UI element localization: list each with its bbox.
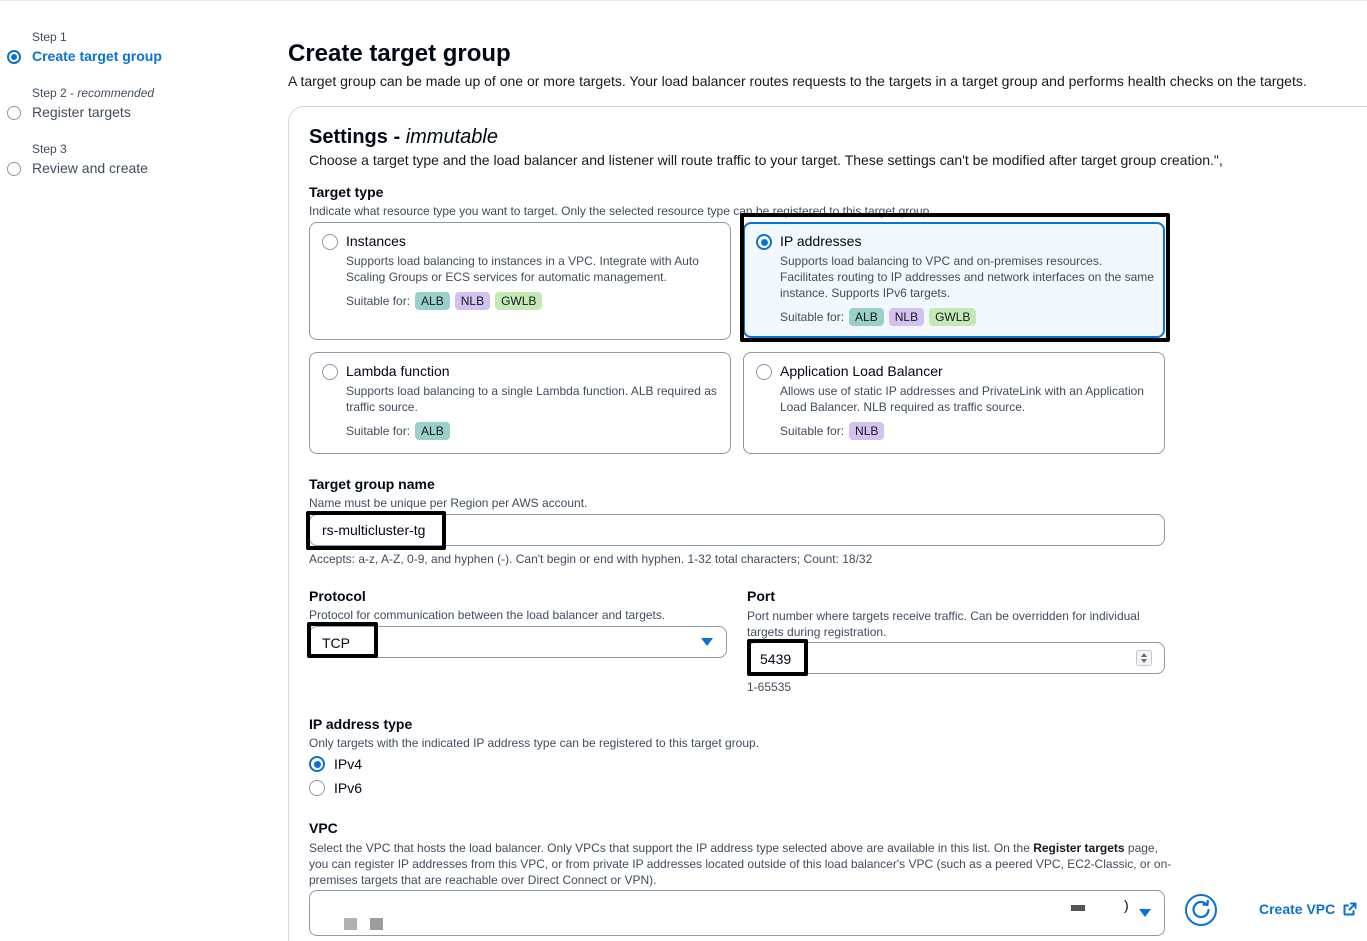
badge-nlb: NLB: [888, 308, 925, 326]
protocol-select[interactable]: TCP: [309, 626, 727, 658]
ip-address-type-label: IP address type: [309, 716, 413, 732]
protocol-description: Protocol for communication between the l…: [309, 608, 666, 622]
step-2-label[interactable]: Register targets: [32, 104, 131, 120]
target-group-name-input[interactable]: rs-multicluster-tg: [309, 514, 1165, 546]
step-2-icon: [7, 106, 21, 120]
vpc-select[interactable]: ): [309, 890, 1165, 936]
card-description: Supports load balancing to instances in …: [346, 254, 699, 284]
suitable-for: Suitable for: ALB NLB GWLB: [346, 292, 543, 310]
target-type-card-alb[interactable]: Application Load Balancer Allows use of …: [743, 352, 1165, 454]
step-3-label[interactable]: Review and create: [32, 160, 148, 176]
ipv4-label: IPv4: [334, 756, 363, 772]
step-2-number: Step 2 - recommended: [32, 86, 155, 100]
ip-type-option-ipv4[interactable]: IPv4: [309, 756, 362, 772]
target-type-card-instances[interactable]: Instances Supports load balancing to ins…: [309, 222, 731, 340]
port-description: Port number where targets receive traffi…: [747, 609, 1140, 639]
target-group-name-description: Name must be unique per Region per AWS a…: [309, 496, 588, 510]
suitable-label: Suitable for:: [346, 294, 411, 308]
external-link-icon: [1343, 902, 1357, 916]
create-vpc-label: Create VPC: [1259, 901, 1336, 917]
card-title: Lambda function: [346, 363, 450, 379]
badge-alb: ALB: [849, 308, 884, 326]
ip-addresses-radio[interactable]: [756, 234, 772, 250]
chevron-down-icon: [701, 638, 713, 646]
step-3-icon: [7, 162, 21, 176]
badge-gwlb: GWLB: [929, 308, 977, 326]
badge-nlb: NLB: [454, 292, 491, 310]
card-description: Supports load balancing to VPC and on-pr…: [780, 254, 1154, 300]
ipv6-label: IPv6: [334, 780, 363, 796]
vpc-description: Select the VPC that hosts the load balan…: [309, 841, 1172, 887]
suitable-label: Suitable for:: [780, 424, 845, 438]
suitable-label: Suitable for:: [780, 310, 845, 324]
ip-address-type-description: Only targets with the indicated IP addre…: [309, 736, 760, 750]
step-1-active-icon: [7, 50, 21, 64]
ip-type-option-ipv6[interactable]: IPv6: [309, 780, 362, 796]
target-type-description: Indicate what resource type you want to …: [309, 204, 933, 218]
settings-heading: Settings - immutable: [309, 126, 498, 148]
protocol-label: Protocol: [309, 588, 366, 604]
target-group-name-constraint: Accepts: a-z, A-Z, 0-9, and hyphen (-). …: [309, 552, 873, 566]
card-description: Allows use of static IP addresses and Pr…: [780, 384, 1144, 414]
port-label: Port: [747, 588, 775, 604]
card-title: IP addresses: [780, 233, 862, 249]
badge-nlb: NLB: [849, 422, 885, 440]
page-description: A target group can be made up of one or …: [288, 73, 1307, 89]
step-1-number: Step 1: [32, 30, 67, 44]
target-type-card-ip-addresses[interactable]: IP addresses Supports load balancing to …: [743, 222, 1165, 338]
alb-radio[interactable]: [756, 364, 772, 380]
redacted-block: [344, 918, 357, 930]
target-group-name-label: Target group name: [309, 476, 435, 492]
step-1-label[interactable]: Create target group: [32, 48, 162, 64]
ipv6-radio[interactable]: [309, 780, 325, 796]
vpc-label: VPC: [309, 820, 338, 836]
ipv4-radio[interactable]: [309, 756, 325, 772]
page-title: Create target group: [288, 40, 511, 67]
badge-alb: ALB: [415, 292, 450, 310]
port-value: 5439: [760, 651, 792, 667]
port-input[interactable]: 5439: [747, 642, 1165, 674]
badge-alb: ALB: [415, 422, 450, 440]
card-title: Application Load Balancer: [780, 363, 943, 379]
settings-description: Choose a target type and the load balanc…: [309, 152, 1223, 168]
vpc-value-suffix: ): [1124, 897, 1129, 913]
badge-gwlb: GWLB: [495, 292, 543, 310]
target-type-label: Target type: [309, 184, 384, 200]
wizard-steps: Step 1 Create target group Step 2 - reco…: [0, 0, 280, 941]
target-type-card-lambda[interactable]: Lambda function Supports load balancing …: [309, 352, 731, 454]
suitable-for: Suitable for: ALB: [346, 422, 450, 440]
port-range: 1-65535: [747, 680, 792, 694]
instances-radio[interactable]: [322, 234, 338, 250]
redacted-block: [370, 918, 383, 930]
create-vpc-link[interactable]: Create VPC: [1259, 901, 1357, 917]
target-group-name-value: rs-multicluster-tg: [322, 522, 426, 538]
card-description: Supports load balancing to a single Lamb…: [346, 384, 717, 414]
suitable-label: Suitable for:: [346, 424, 411, 438]
protocol-value: TCP: [322, 635, 350, 651]
step-3-number: Step 3: [32, 142, 67, 156]
redacted-block: [1071, 905, 1085, 911]
chevron-down-icon: [1139, 909, 1151, 917]
refresh-icon: [1192, 899, 1210, 919]
port-stepper[interactable]: [1136, 650, 1152, 666]
suitable-for: Suitable for: NLB: [780, 422, 885, 440]
lambda-radio[interactable]: [322, 364, 338, 380]
suitable-for: Suitable for: ALB NLB GWLB: [780, 308, 977, 326]
card-title: Instances: [346, 233, 406, 249]
refresh-vpc-button[interactable]: [1185, 894, 1217, 926]
